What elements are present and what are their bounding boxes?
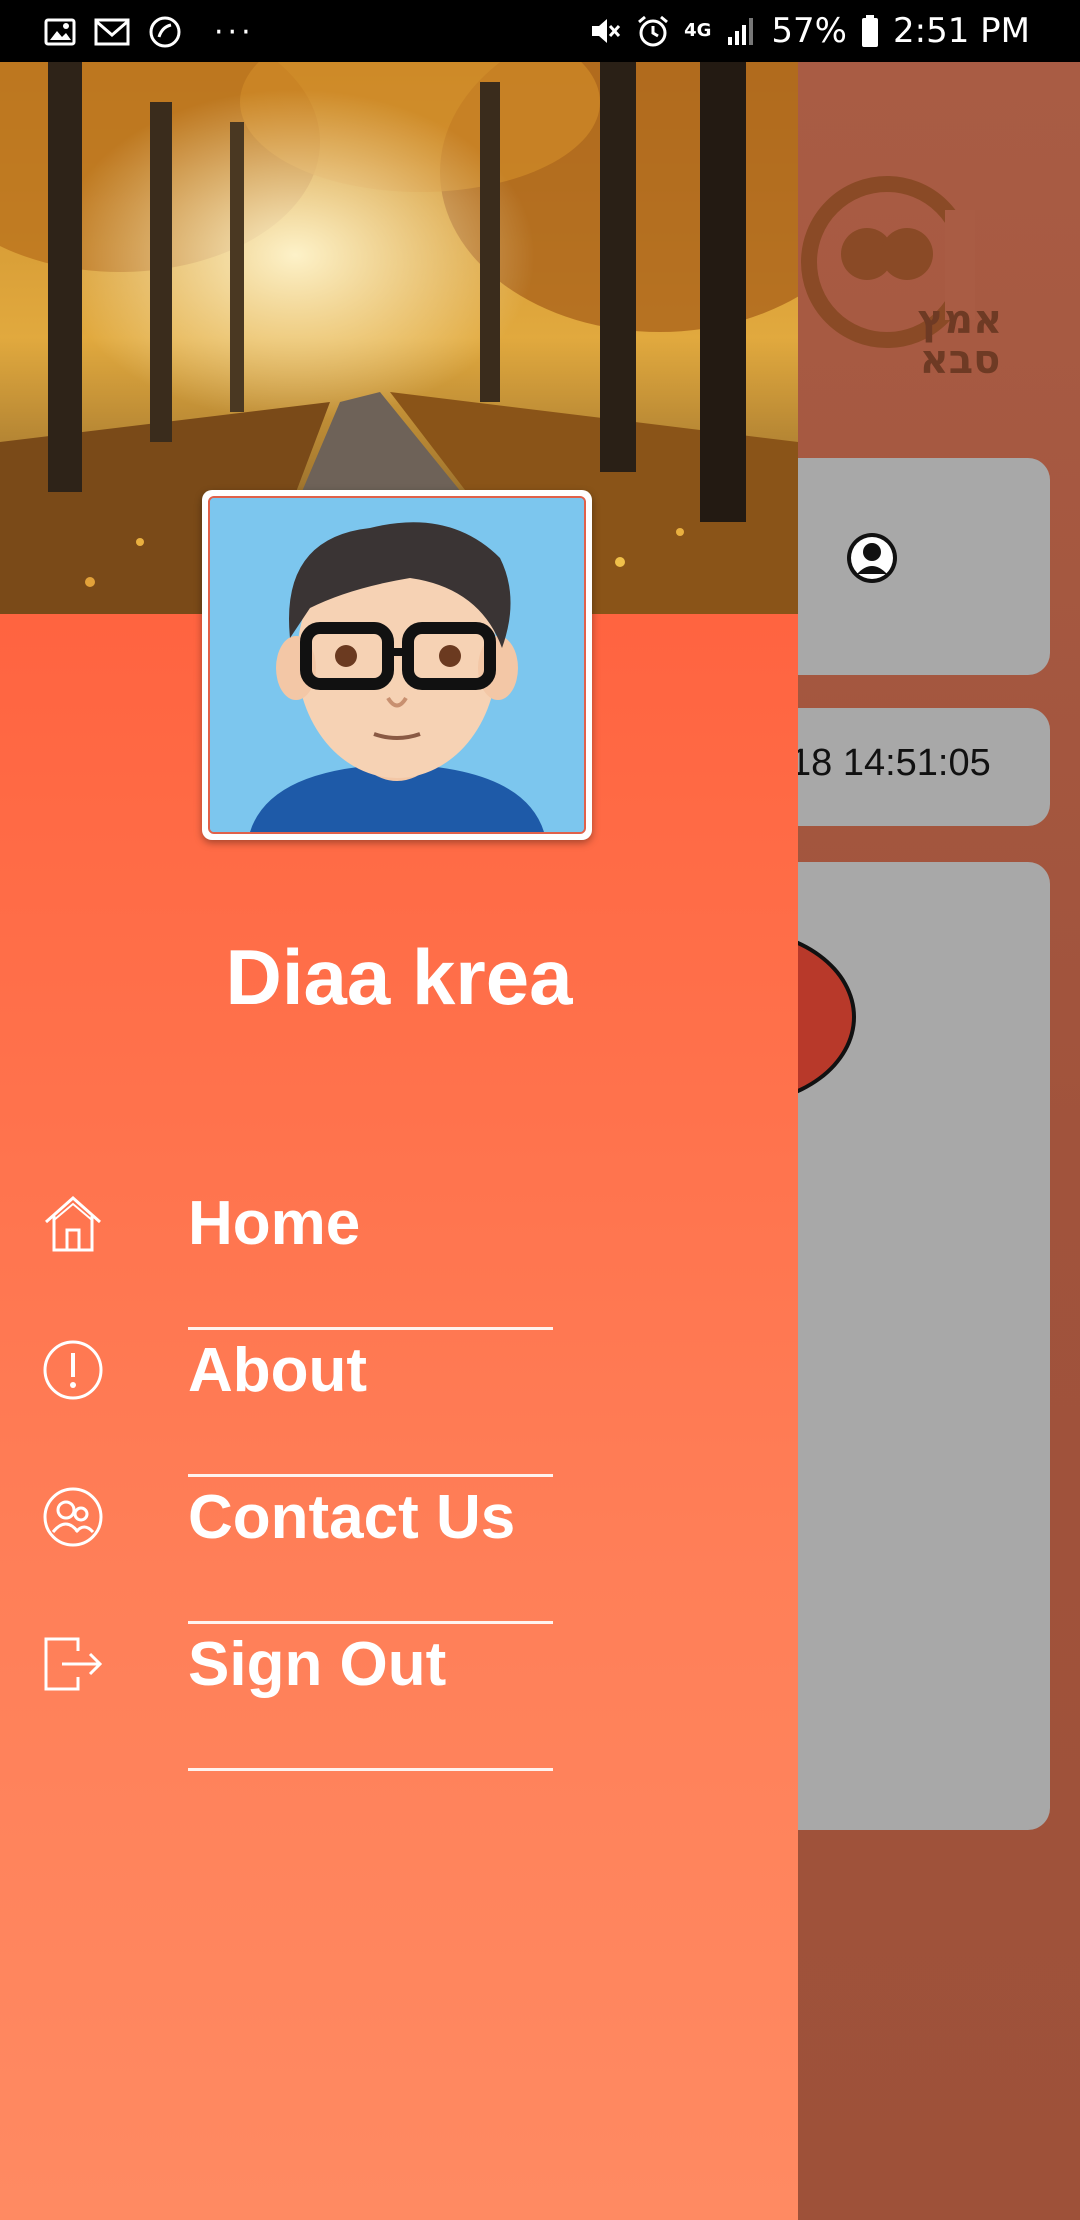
status-bar-left-icons: ···: [44, 12, 255, 52]
menu-label-home: Home: [188, 1189, 361, 1258]
time-card: 18 14:51:05: [760, 708, 1050, 826]
mute-icon: [588, 14, 622, 48]
status-bar: ··· 4G 57% 2:51 PM: [0, 0, 1080, 62]
menu-label-about: About: [188, 1336, 368, 1405]
info-icon: [43, 1340, 103, 1400]
network-4g-icon: 4G: [684, 20, 712, 41]
signal-icon: [725, 15, 757, 47]
more-dots-icon: ···: [214, 14, 255, 50]
avatar-image: [208, 496, 586, 834]
profile-avatar[interactable]: [202, 490, 592, 840]
battery-percent: 57%: [771, 11, 847, 51]
gmail-icon: [94, 16, 130, 48]
app-logo-text: אמץ סבא: [917, 297, 1003, 383]
user-icon: [847, 533, 897, 583]
menu-item-contact-us[interactable]: Contact Us: [0, 1446, 798, 1624]
menu-item-about[interactable]: About: [0, 1299, 798, 1477]
navigation-drawer: Diaa krea Home About Contact Us Sign Out: [0, 62, 798, 2220]
contacts-icon: [43, 1487, 103, 1547]
phone-icon: [148, 15, 182, 49]
battery-icon: [861, 14, 879, 48]
sign-out-icon: [44, 1637, 103, 1691]
timestamp-text: 18 14:51:05: [790, 742, 991, 784]
home-icon: [45, 1195, 101, 1252]
user-name: Diaa krea: [225, 933, 573, 1021]
status-bar-right-icons: 4G 57% 2:51 PM: [588, 10, 1030, 52]
menu-item-sign-out[interactable]: Sign Out: [0, 1593, 798, 1771]
menu-item-home[interactable]: Home: [0, 1152, 798, 1330]
clock: 2:51 PM: [893, 11, 1030, 51]
menu-label-sign-out: Sign Out: [188, 1630, 447, 1699]
profile-card: [760, 458, 1050, 675]
alarm-icon: [636, 14, 670, 48]
menu-label-contact-us: Contact Us: [188, 1483, 516, 1552]
menu-divider: [188, 1768, 553, 1771]
gallery-icon: [44, 16, 76, 48]
